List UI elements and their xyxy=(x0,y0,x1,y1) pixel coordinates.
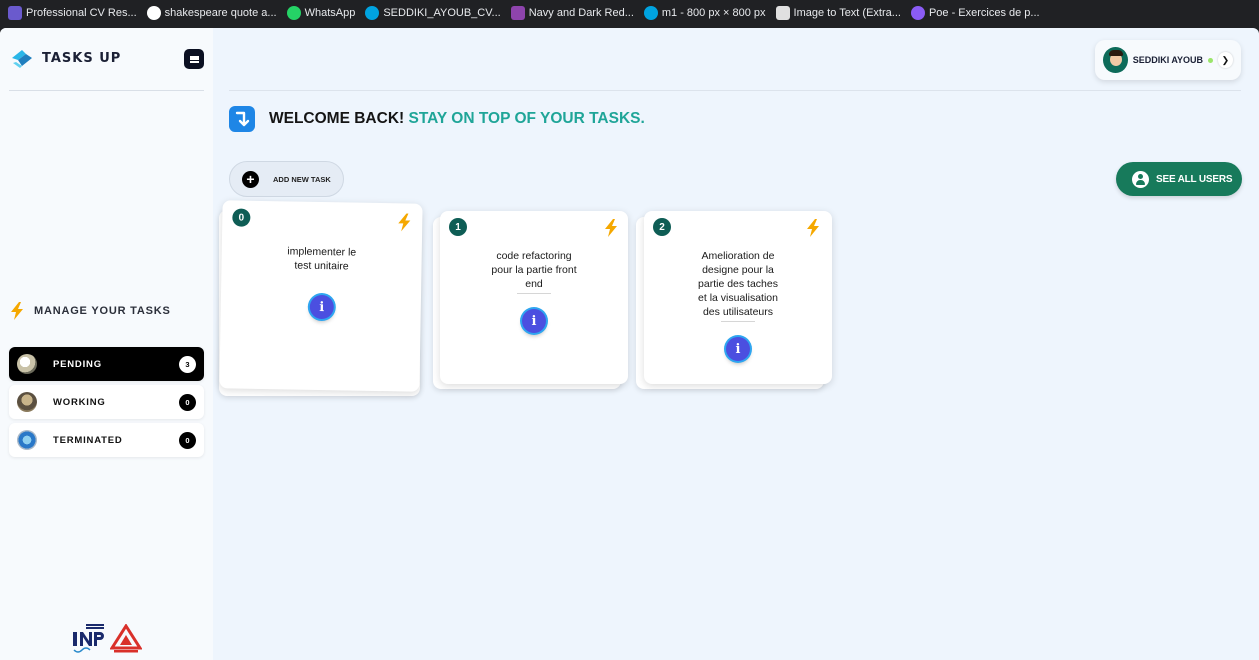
task-title-line: Amelioration de xyxy=(701,250,775,262)
terminated-icon xyxy=(17,430,37,450)
task-title-line: pour la partie front xyxy=(491,264,577,276)
welcome-arrow-icon xyxy=(229,106,255,132)
bookmark-favicon-icon xyxy=(8,6,22,20)
sidebar: TASKS UP MANAGE YOUR TASKS PENDING 3 WOR… xyxy=(0,28,213,660)
bookmarks-bar: Professional CV Res... shakespeare quote… xyxy=(0,0,1259,26)
status-item-pending[interactable]: PENDING 3 xyxy=(9,347,204,381)
bookmark-label: m1 - 800 px × 800 px xyxy=(661,7,766,19)
bookmark-label: SEDDIKI_AYOUB_CV... xyxy=(383,7,501,19)
task-info-button[interactable]: i xyxy=(309,294,335,320)
task-index-badge: 2 xyxy=(653,218,671,236)
plus-icon: + xyxy=(242,170,259,188)
add-new-task-button[interactable]: + ADD NEW TASK xyxy=(229,161,344,197)
divider xyxy=(9,90,204,91)
lightning-icon xyxy=(807,219,819,237)
welcome-heading: WELCOME BACK! STAY ON TOP OF YOUR TASKS. xyxy=(269,110,645,128)
manage-tasks-heading: MANAGE YOUR TASKS xyxy=(10,302,171,320)
task-title-line: et la visualisation xyxy=(698,292,778,304)
task-title-line: designe pour la xyxy=(702,264,774,276)
bookmark-label: WhatsApp xyxy=(304,7,356,19)
lightning-icon xyxy=(605,219,617,237)
menu-toggle-button[interactable] xyxy=(184,49,204,69)
bookmark-item[interactable]: SEDDIKI_AYOUB_CV... xyxy=(365,6,501,20)
google-icon xyxy=(146,6,161,20)
welcome-banner: WELCOME BACK! STAY ON TOP OF YOUR TASKS. xyxy=(229,106,645,132)
partner-logos xyxy=(72,622,142,654)
task-index-badge: 1 xyxy=(449,218,467,236)
canva-icon xyxy=(365,6,380,20)
title-underline xyxy=(517,293,551,294)
task-title-line: partie des taches xyxy=(698,278,778,290)
task-title: Amelioration de designe pour la partie d… xyxy=(644,249,832,319)
bookmark-item[interactable]: Poe - Exercices de p... xyxy=(910,6,1040,20)
task-info-button[interactable]: i xyxy=(726,337,750,361)
task-index-badge: 0 xyxy=(232,208,251,227)
add-new-task-label: ADD NEW TASK xyxy=(273,174,331,184)
working-icon xyxy=(17,392,37,412)
title-underline xyxy=(721,321,755,322)
poe-icon xyxy=(910,6,925,20)
status-item-working[interactable]: WORKING 0 xyxy=(9,385,204,419)
brand-name: TASKS UP xyxy=(42,50,122,66)
task-title-line: end xyxy=(525,278,543,290)
bookmark-label: Poe - Exercices de p... xyxy=(928,7,1040,19)
brand[interactable]: TASKS UP xyxy=(10,46,121,70)
lightning-icon xyxy=(11,302,23,320)
see-all-users-button[interactable]: SEE ALL USERS xyxy=(1116,162,1242,196)
status-label: PENDING xyxy=(53,358,102,370)
task-card[interactable]: 1 code refactoring pour la partie front … xyxy=(440,211,628,384)
welcome-prefix: WELCOME BACK! xyxy=(269,110,405,127)
inp-logo-icon xyxy=(73,624,104,653)
task-title-line: code refactoring xyxy=(496,250,572,262)
user-name: SEDDIKI AYOUB xyxy=(1132,55,1204,65)
user-menu[interactable]: SEDDIKI AYOUB ❯ xyxy=(1095,40,1241,80)
ensias-logo-icon xyxy=(110,624,142,653)
brand-logo-icon xyxy=(12,50,32,68)
status-count-badge: 0 xyxy=(179,393,196,411)
bookmark-label: shakespeare quote a... xyxy=(164,7,277,19)
chevron-down-icon[interactable]: ❯ xyxy=(1217,52,1233,68)
bookmark-favicon-icon xyxy=(510,6,525,20)
task-title-line: test unitaire xyxy=(294,259,349,273)
bookmark-label: Image to Text (Extra... xyxy=(793,7,901,19)
canva-icon xyxy=(643,6,658,20)
status-item-terminated[interactable]: TERMINATED 0 xyxy=(9,423,204,457)
see-all-users-label: SEE ALL USERS xyxy=(1156,173,1233,185)
status-count-badge: 0 xyxy=(179,431,196,449)
task-title: implementer le test unitaire xyxy=(221,243,421,274)
pending-icon xyxy=(17,354,37,374)
welcome-accent: STAY ON TOP OF YOUR TASKS. xyxy=(408,110,645,127)
task-title-line: des utilisateurs xyxy=(702,306,774,318)
divider xyxy=(229,90,1241,91)
avatar xyxy=(1103,47,1128,73)
bookmark-label: Professional CV Res... xyxy=(26,7,137,19)
document-icon xyxy=(775,6,790,20)
whatsapp-icon xyxy=(286,6,301,20)
bookmark-item[interactable]: shakespeare quote a... xyxy=(146,6,277,20)
online-status-dot xyxy=(1208,57,1213,63)
app-window: TASKS UP MANAGE YOUR TASKS PENDING 3 WOR… xyxy=(0,28,1259,660)
task-card[interactable]: 2 Amelioration de designe pour la partie… xyxy=(644,211,832,384)
bookmark-item[interactable]: m1 - 800 px × 800 px xyxy=(643,6,766,20)
task-card[interactable]: 0 implementer le test unitaire i xyxy=(219,200,423,392)
bookmark-item[interactable]: Navy and Dark Red... xyxy=(510,6,634,20)
hamburger-icon xyxy=(189,55,199,63)
status-label: WORKING xyxy=(53,396,106,408)
task-title: code refactoring pour la partie front en… xyxy=(440,249,628,291)
lightning-icon xyxy=(398,213,411,232)
bookmark-item[interactable]: WhatsApp xyxy=(286,6,356,20)
manage-tasks-label: MANAGE YOUR TASKS xyxy=(34,305,171,317)
status-count-badge: 3 xyxy=(179,355,196,373)
bookmark-item[interactable]: Image to Text (Extra... xyxy=(775,6,901,20)
bookmark-label: Navy and Dark Red... xyxy=(528,7,634,19)
task-info-button[interactable]: i xyxy=(522,309,546,333)
bookmark-item[interactable]: Professional CV Res... xyxy=(8,6,137,20)
status-label: TERMINATED xyxy=(53,434,123,446)
user-icon xyxy=(1132,170,1149,188)
